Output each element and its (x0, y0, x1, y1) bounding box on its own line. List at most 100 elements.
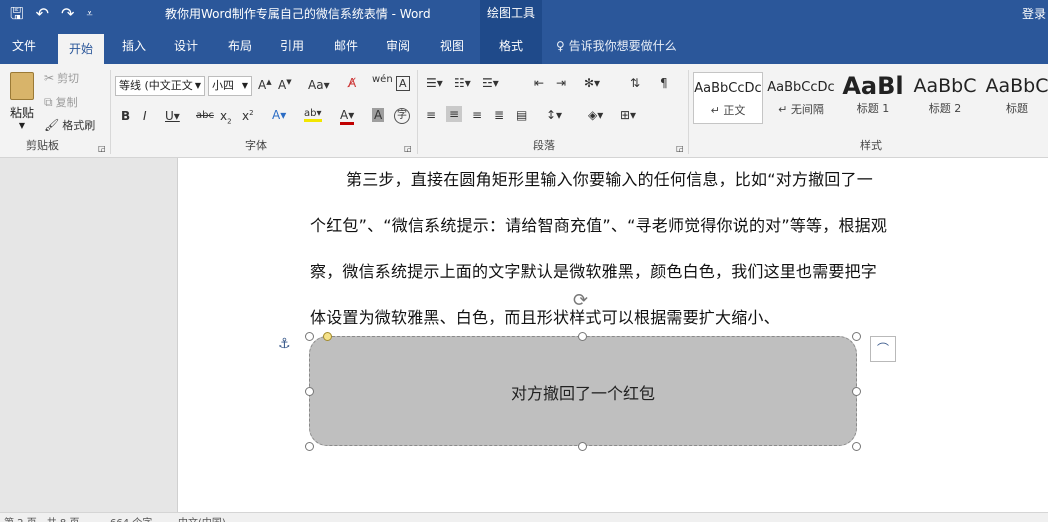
rotate-handle-icon[interactable]: ⟳ (573, 290, 588, 311)
word-count[interactable]: 664 个字 (110, 514, 152, 522)
customize-qat-icon[interactable]: ⩡ (86, 4, 92, 24)
tab-home[interactable]: 开始 (58, 34, 104, 64)
style-sample: AaBbCcDc (767, 80, 835, 95)
save-icon[interactable]: 🖫 (10, 4, 24, 24)
tab-file[interactable]: 文件 (0, 28, 48, 64)
copy-icon: ⧉ (44, 94, 53, 109)
character-shading-icon[interactable]: A (372, 108, 385, 122)
style-no-spacing[interactable]: AaBbCcDc ↵ 无间隔 (766, 72, 836, 124)
tab-view[interactable]: 视图 (430, 28, 474, 64)
shading-icon[interactable]: ◈▾ (588, 108, 603, 122)
style-heading-1[interactable]: AaBl 标题 1 (838, 72, 908, 124)
paragraph-line[interactable]: 察，微信系统提示上面的文字默认是微软雅黑，颜色白色，我们这里也需要把字 (310, 258, 922, 282)
text-effects-icon[interactable]: A▾ (272, 108, 286, 122)
tab-references[interactable]: 引用 (270, 28, 314, 64)
document-area: 第三步，直接在圆角矩形里输入你要输入的任何信息，比如“对方撤回了一 个红包”、“… (0, 158, 1048, 512)
format-painter-button[interactable]: 🖌 格式刷 (44, 117, 95, 133)
paragraph-line[interactable]: 体设置为微软雅黑、白色，而且形状样式可以根据需要扩大缩小、 (310, 304, 922, 328)
distributed-icon[interactable]: ▤ (516, 108, 527, 122)
character-border-icon[interactable]: A (396, 76, 410, 91)
paragraph-line[interactable]: 第三步，直接在圆角矩形里输入你要输入的任何信息，比如“对方撤回了一 (346, 166, 958, 190)
align-center-icon[interactable]: ≡ (446, 106, 463, 122)
font-size-combo[interactable]: 小四 ▼ (208, 76, 252, 96)
bullets-icon[interactable]: ☰▾ (426, 76, 443, 90)
tab-mailings[interactable]: 邮件 (324, 28, 368, 64)
adjust-handle[interactable] (323, 332, 332, 341)
change-case-icon[interactable]: Aa▾ (308, 78, 330, 92)
style-sample: AaBbC (913, 75, 977, 97)
scissors-icon: ✂ (44, 71, 55, 85)
increase-indent-icon[interactable]: ⇥ (556, 76, 566, 90)
redo-icon[interactable]: ↷ (61, 4, 74, 24)
format-painter-label: 格式刷 (62, 119, 96, 132)
dialog-launcher-icon[interactable]: ◲ (676, 144, 684, 153)
divider (688, 70, 689, 154)
decrease-indent-icon[interactable]: ⇤ (534, 76, 544, 90)
style-heading-2[interactable]: AaBbC 标题 2 (910, 72, 980, 124)
style-name: 标题 1 (856, 102, 890, 115)
clipboard-group-label: 剪贴板 (26, 139, 59, 152)
grow-font-icon[interactable]: A▲ (258, 78, 272, 92)
resize-handle[interactable] (305, 332, 314, 341)
subscript-icon[interactable]: x2 (220, 109, 232, 125)
paste-label: 粘贴 (9, 106, 34, 120)
tab-format[interactable]: 格式 (480, 28, 542, 64)
font-color-icon[interactable]: A▾ (340, 108, 355, 125)
dialog-launcher-icon[interactable]: ◲ (98, 144, 106, 153)
style-name: 标题 (1006, 102, 1028, 115)
rounded-rectangle-shape[interactable]: 对方撤回了一个红包 (309, 336, 857, 446)
align-right-icon[interactable]: ≡ (472, 108, 482, 122)
highlight-icon[interactable]: ab▾ (304, 108, 322, 122)
style-name: 标题 2 (928, 102, 962, 115)
font-group-label: 字体 (245, 139, 267, 152)
tab-review[interactable]: 审阅 (376, 28, 420, 64)
sort-icon[interactable]: ⇅ (630, 76, 640, 90)
borders-icon[interactable]: ⊞▾ (620, 108, 636, 122)
superscript-icon[interactable]: x2 (242, 109, 254, 123)
bold-icon[interactable]: B (121, 109, 130, 123)
style-normal[interactable]: AaBbCcDc ↵ 正文 (693, 72, 763, 124)
phonetic-guide-icon[interactable]: wén (372, 74, 393, 85)
cut-button[interactable]: ✂ 剪切 (44, 70, 79, 86)
paste-button[interactable]: 粘贴 ▼ (6, 70, 38, 130)
tab-layout[interactable]: 布局 (218, 28, 262, 64)
resize-handle[interactable] (852, 332, 861, 341)
enclose-characters-icon[interactable]: 字 (394, 108, 410, 124)
resize-handle[interactable] (852, 387, 861, 396)
chinese-layout-icon[interactable]: ✻▾ (584, 76, 600, 90)
numbering-icon[interactable]: ☷▾ (454, 76, 471, 90)
line-spacing-icon[interactable]: ↕▾ (546, 108, 562, 122)
paragraph-group-label: 段落 (533, 139, 555, 152)
style-title[interactable]: AaBbC 标题 (982, 72, 1048, 124)
login-link[interactable]: 登录 (1022, 5, 1046, 22)
underline-icon[interactable]: U▾ (165, 109, 180, 123)
undo-icon[interactable]: ↶ (36, 4, 49, 24)
copy-button[interactable]: ⧉ 复制 (44, 94, 78, 110)
show-marks-icon[interactable]: ¶ (660, 76, 668, 90)
justify-icon[interactable]: ≣ (494, 108, 504, 122)
page-count[interactable]: 第 2 页，共 8 页 (4, 514, 79, 522)
shape-text[interactable]: 对方撤回了一个红包 (310, 380, 856, 404)
resize-handle[interactable] (852, 442, 861, 451)
tell-me-box[interactable]: ♀ 告诉我你想要做什么 (556, 28, 677, 64)
dialog-launcher-icon[interactable]: ◲ (404, 144, 412, 153)
tell-me-text: 告诉我你想要做什么 (568, 39, 677, 53)
paragraph-line[interactable]: 个红包”、“微信系统提示：请给智商充值”、“寻老师觉得你说的对”等等，根据观 (310, 212, 922, 236)
resize-handle[interactable] (305, 442, 314, 451)
font-name-combo[interactable]: 等线 (中文正文 ▼ (115, 76, 205, 96)
tab-insert[interactable]: 插入 (112, 28, 156, 64)
multilevel-list-icon[interactable]: ☲▾ (482, 76, 499, 90)
resize-handle[interactable] (305, 387, 314, 396)
resize-handle[interactable] (578, 332, 587, 341)
clear-formatting-icon[interactable]: A̸ (348, 76, 356, 90)
document-page[interactable]: 第三步，直接在圆角矩形里输入你要输入的任何信息，比如“对方撤回了一 个红包”、“… (177, 158, 1048, 512)
shrink-font-icon[interactable]: A▼ (278, 78, 292, 92)
layout-options-icon[interactable]: ⌒ (870, 336, 896, 362)
italic-icon[interactable]: I (143, 109, 147, 123)
tab-design[interactable]: 设计 (164, 28, 208, 64)
chevron-down-icon: ▼ (241, 81, 248, 90)
strikethrough-icon[interactable]: abc (196, 110, 214, 121)
resize-handle[interactable] (578, 442, 587, 451)
align-left-icon[interactable]: ≡ (426, 108, 436, 122)
language-indicator[interactable]: 中文(中国) (178, 514, 226, 522)
